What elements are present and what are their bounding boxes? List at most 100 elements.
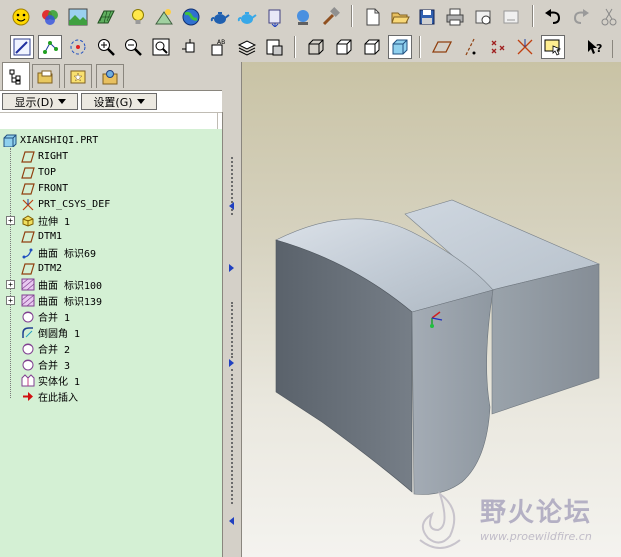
- datum-plane-icon: [20, 150, 36, 164]
- settings-menu-button[interactable]: 设置(G): [81, 93, 157, 110]
- new-file-icon[interactable]: [361, 5, 385, 29]
- tree-item[interactable]: 拉伸 1: [20, 213, 70, 228]
- redo-icon[interactable]: [569, 5, 593, 29]
- toolbar-end-line: [612, 40, 613, 58]
- tree-item[interactable]: 在此插入: [20, 389, 78, 404]
- cube-arrow-icon[interactable]: [263, 5, 287, 29]
- surface-icon: [20, 294, 36, 308]
- datum-points-icon[interactable]: [38, 35, 62, 59]
- forum-watermark: 野火论坛 www.proewildfire.cn: [410, 490, 620, 554]
- tree-item[interactable]: 曲面 标识139: [20, 293, 102, 308]
- layers-icon[interactable]: [235, 35, 259, 59]
- view-manager-icon[interactable]: [262, 35, 286, 59]
- tree-item[interactable]: FRONT: [20, 181, 68, 196]
- chevron-down-icon: [57, 99, 66, 104]
- expand-right-arrow-icon[interactable]: [229, 359, 234, 367]
- graphics-viewport[interactable]: 野火论坛 www.proewildfire.cn: [242, 62, 621, 557]
- extrude-icon: [20, 214, 36, 228]
- tree-item-label: DTM2: [38, 263, 63, 274]
- front-face: [411, 289, 494, 495]
- smiley-icon[interactable]: [9, 5, 33, 29]
- grid-terrain-icon[interactable]: [94, 5, 118, 29]
- lock-window-icon[interactable]: [471, 5, 495, 29]
- csys-display-icon[interactable]: [513, 35, 537, 59]
- reorient-icon[interactable]: [178, 35, 202, 59]
- tree-item-label: 曲面 标识100: [38, 281, 103, 292]
- save-icon[interactable]: [415, 5, 439, 29]
- model-3d-render: [275, 199, 600, 495]
- shading-icon[interactable]: [388, 35, 412, 59]
- tree-item[interactable]: 合并 3: [20, 357, 70, 372]
- collapse-left-arrow-icon[interactable]: [229, 517, 234, 525]
- color-wheel-icon[interactable]: [38, 5, 62, 29]
- user-globe-icon[interactable]: [291, 5, 315, 29]
- scissors-icon[interactable]: [597, 5, 621, 29]
- rear-box-side-face: [491, 263, 600, 415]
- scene-icon[interactable]: [152, 5, 176, 29]
- zoom-fit-icon[interactable]: [149, 35, 173, 59]
- expand-right-arrow-icon[interactable]: [229, 264, 234, 272]
- show-menu-label: 显示(D): [14, 95, 54, 109]
- landscape-icon[interactable]: [66, 5, 90, 29]
- tree-item[interactable]: 曲面 标识100: [20, 277, 102, 292]
- favorites-tab-icon[interactable]: [64, 64, 92, 88]
- tree-item-label: 合并 1: [38, 313, 71, 324]
- tree-item-label: 曲面 标识69: [38, 249, 97, 260]
- tree-item[interactable]: DTM2: [20, 261, 62, 276]
- lightbulb-icon[interactable]: [126, 5, 150, 29]
- tree-expand-toggle[interactable]: +: [6, 280, 15, 289]
- column-divider: [217, 113, 218, 129]
- datum-points-display-icon[interactable]: [486, 35, 510, 59]
- tree-item[interactable]: 合并 1: [20, 309, 70, 324]
- globe-icon[interactable]: [179, 5, 203, 29]
- tree-root[interactable]: XIANSHIQI.PRT: [2, 133, 98, 148]
- view-toolbar: AB ?: [0, 32, 621, 62]
- datum-axes-icon[interactable]: [458, 35, 482, 59]
- select-window-icon[interactable]: [541, 35, 565, 59]
- undo-icon[interactable]: [541, 5, 565, 29]
- tree-item[interactable]: DTM1: [20, 229, 62, 244]
- watermark-url: www.proewildfire.cn: [480, 530, 592, 543]
- erase-window-icon[interactable]: [499, 5, 523, 29]
- sketch-view-icon[interactable]: [10, 35, 34, 59]
- open-folder-icon[interactable]: [388, 5, 412, 29]
- model-tree-menubar: 显示(D) 设置(G): [0, 90, 222, 113]
- tree-item[interactable]: 实体化 1: [20, 373, 80, 388]
- tree-item[interactable]: TOP: [20, 165, 56, 180]
- splitter-grip-bottom: [231, 369, 237, 504]
- datum-planes-icon[interactable]: [430, 35, 454, 59]
- hammer-icon[interactable]: [319, 5, 343, 29]
- toolbar-separator: [419, 36, 421, 58]
- show-menu-button[interactable]: 显示(D): [2, 93, 78, 110]
- tree-item[interactable]: 合并 2: [20, 341, 70, 356]
- svg-text:?: ?: [596, 42, 602, 55]
- print-icon[interactable]: [443, 5, 467, 29]
- teapot-icon[interactable]: [208, 5, 232, 29]
- folder-browser-tab-icon[interactable]: [32, 64, 60, 88]
- tree-item-label: FRONT: [38, 183, 69, 194]
- datum-plane-icon: [20, 262, 36, 276]
- collapse-left-arrow-icon[interactable]: [229, 202, 234, 210]
- spin-center-icon[interactable]: [66, 35, 90, 59]
- tree-item[interactable]: 曲面 标识69: [20, 245, 96, 260]
- tree-item[interactable]: 倒圆角 1: [20, 325, 80, 340]
- watermark-logo-icon: [419, 491, 461, 549]
- teapot-blue-icon[interactable]: [235, 5, 259, 29]
- zoom-in-icon[interactable]: [94, 35, 118, 59]
- tree-item[interactable]: PRT_CSYS_DEF: [20, 197, 110, 212]
- connections-tab-icon[interactable]: [96, 64, 124, 88]
- context-help-icon[interactable]: ?: [583, 35, 607, 59]
- tree-expand-toggle[interactable]: +: [6, 296, 15, 305]
- tree-expand-toggle[interactable]: +: [6, 216, 15, 225]
- surface-icon: [20, 278, 36, 292]
- no-hidden-icon[interactable]: [360, 35, 384, 59]
- zoom-out-icon[interactable]: [121, 35, 145, 59]
- named-views-icon[interactable]: AB: [206, 35, 230, 59]
- hidden-line-icon[interactable]: [332, 35, 356, 59]
- tree-item[interactable]: RIGHT: [20, 149, 68, 164]
- wireframe-icon[interactable]: [304, 35, 328, 59]
- toolbar-separator: [532, 5, 534, 27]
- svg-text:AB: AB: [217, 39, 225, 46]
- model-tree-tab-icon[interactable]: [2, 62, 30, 90]
- panel-splitter[interactable]: [225, 62, 242, 557]
